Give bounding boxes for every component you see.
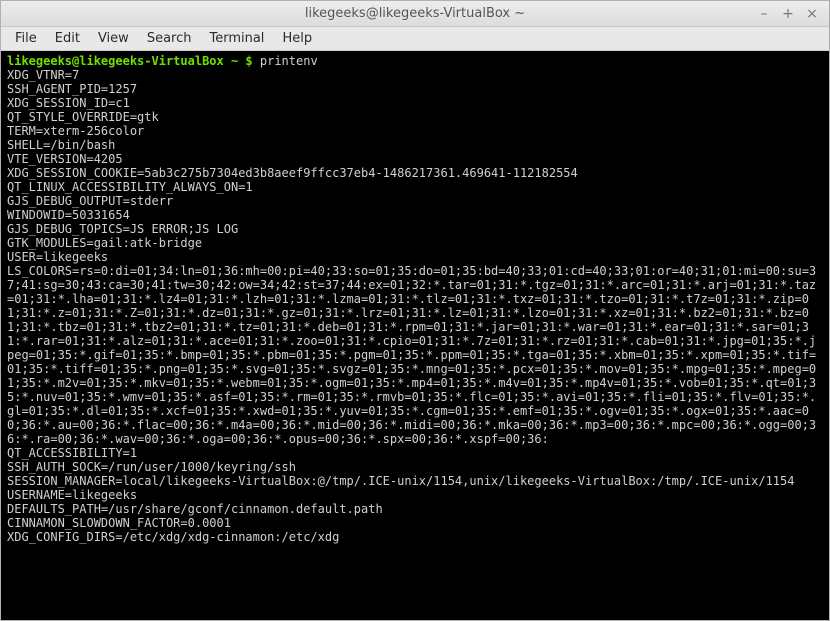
output-line: LS_COLORS=rs=0:di=01;34:ln=01;36:mh=00:p… xyxy=(7,264,823,446)
menu-file[interactable]: File xyxy=(7,29,45,48)
output-line: SHELL=/bin/bash xyxy=(7,138,823,152)
output-line: DEFAULTS_PATH=/usr/share/gconf/cinnamon.… xyxy=(7,502,823,516)
output-line: USER=likegeeks xyxy=(7,250,823,264)
prompt-path: ~ xyxy=(231,54,245,68)
output-line: GTK_MODULES=gail:atk-bridge xyxy=(7,236,823,250)
titlebar[interactable]: likegeeks@likegeeks-VirtualBox ~ – + × xyxy=(1,1,829,27)
minimize-button[interactable]: – xyxy=(757,7,771,21)
output-line: QT_STYLE_OVERRIDE=gtk xyxy=(7,110,823,124)
terminal-window: likegeeks@likegeeks-VirtualBox ~ – + × F… xyxy=(0,0,830,621)
output-line: CINNAMON_SLOWDOWN_FACTOR=0.0001 xyxy=(7,516,823,530)
output-line: SESSION_MANAGER=local/likegeeks-VirtualB… xyxy=(7,474,823,488)
prompt-user-host: likegeeks@likegeeks-VirtualBox xyxy=(7,54,231,68)
output-line: XDG_SESSION_ID=c1 xyxy=(7,96,823,110)
prompt-line: likegeeks@likegeeks-VirtualBox ~ $ print… xyxy=(7,54,823,68)
output-line: USERNAME=likegeeks xyxy=(7,488,823,502)
output-line: QT_LINUX_ACCESSIBILITY_ALWAYS_ON=1 xyxy=(7,180,823,194)
menu-edit[interactable]: Edit xyxy=(47,29,88,48)
window-controls: – + × xyxy=(757,7,823,21)
output-line: QT_ACCESSIBILITY=1 xyxy=(7,446,823,460)
menu-search[interactable]: Search xyxy=(139,29,200,48)
menu-terminal[interactable]: Terminal xyxy=(201,29,272,48)
output-line: XDG_SESSION_COOKIE=5ab3c275b7304ed3b8aee… xyxy=(7,166,823,180)
window-title: likegeeks@likegeeks-VirtualBox ~ xyxy=(1,6,829,21)
prompt-symbol: $ xyxy=(245,54,259,68)
close-button[interactable]: × xyxy=(805,7,819,21)
output-line: SSH_AUTH_SOCK=/run/user/1000/keyring/ssh xyxy=(7,460,823,474)
output-line: SSH_AGENT_PID=1257 xyxy=(7,82,823,96)
menubar: File Edit View Search Terminal Help xyxy=(1,27,829,51)
command-text: printenv xyxy=(260,54,318,68)
output-line: GJS_DEBUG_TOPICS=JS ERROR;JS LOG xyxy=(7,222,823,236)
output-line: VTE_VERSION=4205 xyxy=(7,152,823,166)
menu-help[interactable]: Help xyxy=(274,29,320,48)
output-line: WINDOWID=50331654 xyxy=(7,208,823,222)
menu-view[interactable]: View xyxy=(90,29,137,48)
maximize-button[interactable]: + xyxy=(781,7,795,21)
output-line: TERM=xterm-256color xyxy=(7,124,823,138)
terminal-viewport[interactable]: likegeeks@likegeeks-VirtualBox ~ $ print… xyxy=(1,51,829,620)
output-line: XDG_CONFIG_DIRS=/etc/xdg/xdg-cinnamon:/e… xyxy=(7,530,823,544)
output-line: GJS_DEBUG_OUTPUT=stderr xyxy=(7,194,823,208)
output-line: XDG_VTNR=7 xyxy=(7,68,823,82)
